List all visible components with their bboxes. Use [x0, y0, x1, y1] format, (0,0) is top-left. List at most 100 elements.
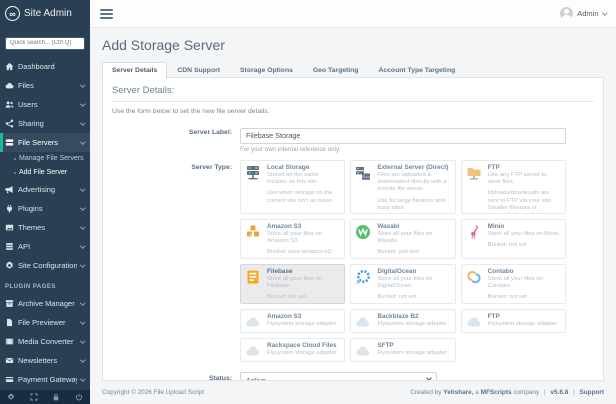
chevron-down-icon: [79, 243, 85, 249]
brand-name: Site Admin: [24, 8, 72, 19]
sidebar: ∞ Site Admin Dashboard Files Users: [0, 0, 90, 404]
company-link[interactable]: MFScripts: [481, 389, 512, 396]
sidebar-item-archive-manager[interactable]: Archive Manager: [0, 294, 90, 313]
tab-server-details[interactable]: Server Details: [102, 62, 168, 79]
status-select[interactable]: Active: [240, 371, 437, 380]
page-title: Add Storage Server: [102, 37, 225, 53]
menu-toggle-icon[interactable]: [100, 8, 113, 19]
server-type-label: Server Type:: [191, 163, 232, 171]
s3-boxes-icon: a: [245, 223, 263, 255]
plugin-pages-heading: PLUGIN PAGES: [5, 283, 56, 290]
svg-text:a: a: [250, 232, 253, 237]
file-servers-icon: [5, 138, 14, 147]
wasabi-logo-icon: [355, 223, 373, 255]
sidebar-item-users[interactable]: Users: [0, 95, 90, 114]
digitalocean-logo-icon: [355, 268, 373, 300]
panel-intro: Use the form below to set the new file s…: [112, 108, 270, 115]
chevron-down-icon: [79, 357, 85, 363]
sidebar-item-add-file-server[interactable]: Add File Server: [0, 166, 90, 180]
chevron-down-icon: [601, 10, 607, 15]
server-type-wasabi[interactable]: Wasabi Store all your files on Wasabi. Buc…: [350, 218, 456, 259]
user-menu[interactable]: Admin: [560, 7, 607, 20]
cloud-upload-icon: [5, 81, 14, 90]
sidebar-item-site-configuration[interactable]: Site Configuration: [0, 256, 90, 275]
server-type-amazon-s3[interactable]: a Amazon S3 Store all your files on Amazo…: [240, 218, 346, 259]
minio-flamingo-icon: [466, 223, 484, 255]
sidebar-item-advertising[interactable]: Advertising: [0, 180, 90, 199]
server-label-help: For your own internal reference only.: [240, 145, 341, 153]
server-type-filebase[interactable]: Filebase Store all your files on Filebase…: [240, 263, 346, 304]
user-name: Admin: [577, 9, 599, 18]
sidebar-item-manage-file-servers[interactable]: Manage File Servers: [0, 152, 90, 166]
chevron-down-icon: [79, 186, 85, 192]
server-rack-icon: [245, 164, 263, 210]
server-type-contabo[interactable]: Contabo Store all your files on Contabo. B…: [460, 263, 566, 304]
settings-icon[interactable]: [0, 390, 23, 404]
server-type-amazon-s3-flysystem[interactable]: Amazon S3 Flysystem storage adapter: [240, 308, 346, 333]
sidebar-item-newsletters[interactable]: Newsletters: [0, 351, 90, 370]
support-link[interactable]: Support: [580, 389, 605, 396]
sidebar-item-dashboard[interactable]: Dashboard: [0, 57, 90, 76]
search-input[interactable]: [5, 36, 85, 50]
chevron-down-icon: [79, 224, 85, 230]
server-type-digitalocean[interactable]: DigitalOcean Store all your files on Digi…: [350, 263, 456, 304]
sidebar-item-sharing[interactable]: Sharing: [0, 114, 90, 133]
server-type-external-server[interactable]: External Server (Direct) Files are upload…: [350, 159, 456, 214]
server-type-ftp[interactable]: FTP Use any FTP server to store files. Upl…: [460, 159, 566, 214]
server-details-panel: Server Details: Use the form below to se…: [102, 77, 604, 381]
brand[interactable]: ∞ Site Admin: [0, 0, 90, 27]
version-text: v5.6.8: [550, 389, 569, 396]
content: Add Storage Server Server Details CDN Su…: [90, 28, 616, 381]
panel-title: Server Details:: [112, 85, 594, 102]
sidebar-item-file-previewer[interactable]: File Previewer: [0, 313, 90, 332]
chevron-down-icon: [79, 101, 85, 107]
chevron-down-icon: [79, 262, 85, 268]
file-icon: [5, 318, 14, 327]
chevron-down-icon: [79, 82, 85, 88]
sidebar-footer-strip: [0, 390, 90, 404]
server-label-input[interactable]: [240, 127, 566, 144]
app-window: ∞ Site Admin Dashboard Files Users: [0, 0, 616, 404]
sidebar-item-api[interactable]: API: [0, 237, 90, 256]
lock-icon[interactable]: [45, 390, 68, 404]
chevron-down-icon: [79, 319, 85, 325]
tab-bar: Server Details CDN Support Storage Optio…: [102, 62, 604, 79]
stack-icon: [5, 242, 14, 251]
site-logo-icon: ∞: [5, 6, 20, 21]
sidebar-item-media-converter[interactable]: Media Converter: [0, 332, 90, 351]
home-icon: [5, 62, 14, 71]
cloud-icon: [355, 342, 373, 358]
fullscreen-icon[interactable]: [23, 390, 46, 404]
sidebar-item-payment-gateways[interactable]: Payment Gateways: [0, 370, 90, 389]
contabo-cloud-icon: [466, 268, 484, 300]
share-icon: [5, 118, 14, 128]
server-type-sftp[interactable]: SFTP Flysystem storage adapter: [350, 337, 456, 362]
footer: Copyright © 2026 File Upload Script Crea…: [90, 381, 616, 404]
archive-icon: [5, 299, 14, 308]
chevron-down-icon: [79, 300, 85, 306]
server-type-minio[interactable]: Minio Store all your files on Minio. Bucke…: [460, 218, 566, 259]
server-type-local-storage[interactable]: Local Storage Stored on the same location…: [240, 159, 346, 214]
gear-icon: [5, 260, 14, 270]
sidebar-item-themes[interactable]: Themes: [0, 218, 90, 237]
sidebar-item-files[interactable]: Files: [0, 76, 90, 95]
topbar: Admin: [90, 0, 616, 28]
credit-text: Created by Yetishare, a MFScripts compan…: [410, 389, 604, 396]
power-icon[interactable]: [68, 390, 91, 404]
filebase-logo-icon: [245, 268, 263, 300]
main-area: Admin Add Storage Server Server Details …: [90, 0, 616, 404]
chevron-down-icon: [79, 205, 85, 211]
server-type-ftp-flysystem[interactable]: FTP Flysystem storage adapter: [460, 308, 566, 333]
cloud-icon: [245, 313, 263, 329]
server-type-rackspace-cloud-files[interactable]: Rackspace Cloud Files Flysystem storage a…: [240, 337, 346, 362]
plugin-icon: [5, 204, 14, 213]
vendor-link[interactable]: Yetishare,: [443, 389, 473, 396]
chevron-down-icon: [79, 338, 85, 344]
server-type-backblaze-b2[interactable]: Backblaze B2 Flysystem storage adapter: [350, 308, 456, 333]
chevron-down-icon: [79, 120, 85, 126]
folder-network-icon: [466, 164, 484, 210]
dual-server-icon: [355, 164, 373, 210]
sidebar-item-plugins[interactable]: Plugins: [0, 199, 90, 218]
server-type-grid: Local Storage Stored on the same location…: [240, 159, 566, 362]
sidebar-item-file-servers[interactable]: File Servers: [0, 132, 90, 152]
